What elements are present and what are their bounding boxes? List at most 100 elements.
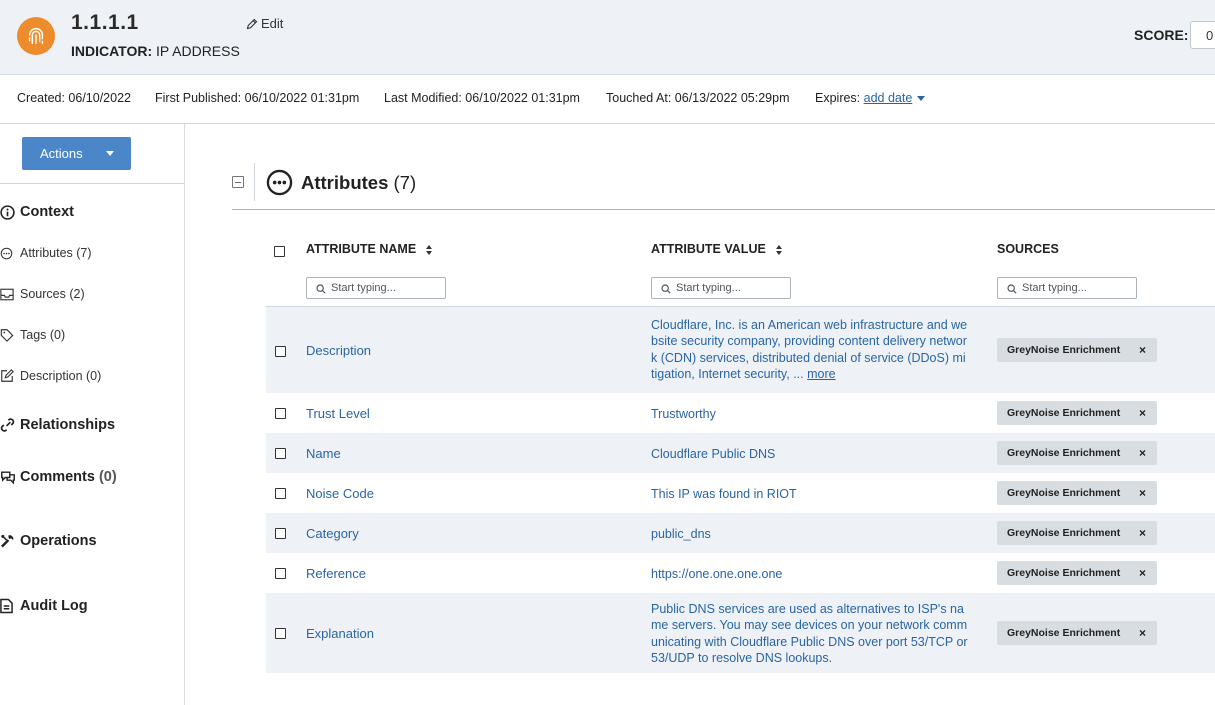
- table-row: Reference https://one.one.one.one GreyNo…: [266, 553, 1215, 593]
- actions-button[interactable]: Actions: [22, 137, 131, 170]
- column-header-label: ATTRIBUTE VALUE: [651, 242, 766, 256]
- indicator-type-label: INDICATOR:: [71, 43, 153, 59]
- attribute-value: Cloudflare, Inc. is an American web infr…: [651, 317, 969, 382]
- row-checkbox[interactable]: [275, 448, 286, 459]
- sidebar-item-label: Tags (0): [20, 328, 66, 342]
- touched-at-date: Touched At: 06/13/2022 05:29pm: [606, 91, 790, 105]
- source-badge-label: GreyNoise Enrichment: [1007, 527, 1121, 539]
- sources-filter-input[interactable]: Start typing...: [997, 277, 1137, 299]
- source-badge-label: GreyNoise Enrichment: [1007, 407, 1121, 419]
- section-divider: [254, 163, 255, 201]
- indicator-meta-bar: Created: 06/10/2022 First Published: 06/…: [0, 75, 1215, 124]
- sidebar-item-description[interactable]: Description (0): [0, 369, 101, 383]
- close-icon[interactable]: ×: [1139, 626, 1146, 640]
- sidebar-item-operations[interactable]: Operations: [0, 533, 97, 549]
- score-label: SCORE:: [1134, 27, 1189, 43]
- sidebar-item-sources[interactable]: Sources (2): [0, 287, 85, 301]
- sidebar-divider: [0, 183, 184, 184]
- sidebar-item-context[interactable]: Context: [0, 204, 74, 220]
- source-badge-label: GreyNoise Enrichment: [1007, 627, 1121, 639]
- sidebar-item-label: Audit Log: [20, 598, 88, 614]
- pencil-icon: [246, 18, 258, 29]
- section-title-label: Attributes: [301, 172, 389, 193]
- close-icon[interactable]: ×: [1139, 446, 1146, 460]
- filter-placeholder: Start typing...: [1022, 282, 1087, 294]
- row-checkbox[interactable]: [275, 528, 286, 539]
- column-header-sources: SOURCES: [997, 242, 1059, 256]
- section-title: Attributes (7): [301, 172, 416, 194]
- attribute-name-link[interactable]: Explanation: [306, 626, 374, 641]
- source-badge-label: GreyNoise Enrichment: [1007, 344, 1121, 356]
- section-rule: [232, 209, 1215, 210]
- attribute-name-filter-input[interactable]: Start typing...: [306, 277, 446, 299]
- collapse-section-toggle[interactable]: [232, 176, 244, 188]
- source-badge-label: GreyNoise Enrichment: [1007, 487, 1121, 499]
- search-icon: [661, 284, 671, 294]
- sidebar-item-audit-log[interactable]: Audit Log: [0, 598, 88, 614]
- file-icon: [0, 598, 20, 614]
- row-checkbox[interactable]: [275, 488, 286, 499]
- close-icon[interactable]: ×: [1139, 486, 1146, 500]
- source-badge: GreyNoise Enrichment ×: [997, 561, 1157, 585]
- search-icon: [1007, 284, 1017, 294]
- attribute-name-link[interactable]: Noise Code: [306, 486, 374, 501]
- sidebar-item-tags[interactable]: Tags (0): [0, 328, 65, 342]
- attribute-name-link[interactable]: Trust Level: [306, 406, 370, 421]
- column-header-attribute-name[interactable]: ATTRIBUTE NAME: [306, 242, 434, 256]
- indicator-title: 1.1.1.1: [71, 11, 139, 34]
- search-icon: [316, 284, 326, 294]
- filter-placeholder: Start typing...: [676, 282, 741, 294]
- edit-label: Edit: [261, 16, 284, 31]
- row-checkbox[interactable]: [275, 346, 286, 357]
- row-checkbox[interactable]: [275, 408, 286, 419]
- expires-label: Expires:: [815, 91, 861, 105]
- close-icon[interactable]: ×: [1139, 343, 1146, 357]
- ellipsis-circle-icon: [0, 247, 20, 260]
- ellipsis-circle-icon: [266, 169, 293, 201]
- section-count: (7): [393, 172, 417, 193]
- sidebar-item-label: Operations: [20, 533, 97, 549]
- indicator-type: INDICATOR: IP ADDRESS: [71, 43, 240, 59]
- close-icon[interactable]: ×: [1139, 526, 1146, 540]
- sidebar-item-label: Comments: [20, 469, 95, 485]
- sort-icon[interactable]: [426, 244, 434, 255]
- fingerprint-icon: [17, 17, 55, 55]
- attribute-name-link[interactable]: Description: [306, 343, 371, 358]
- sidebar-item-comments[interactable]: Comments (0): [0, 469, 117, 485]
- table-row: Description Cloudflare, Inc. is an Ameri…: [266, 307, 1215, 393]
- sidebar-item-attributes[interactable]: Attributes (7): [0, 246, 92, 260]
- attribute-name-link[interactable]: Name: [306, 446, 341, 461]
- sidebar-item-label: Description (0): [20, 369, 102, 383]
- column-header-label: SOURCES: [997, 242, 1059, 256]
- close-icon[interactable]: ×: [1139, 406, 1146, 420]
- table-row: Noise Code This IP was found in RIOT Gre…: [266, 473, 1215, 513]
- score-input[interactable]: 0: [1190, 21, 1215, 49]
- table-row: Category public_dns GreyNoise Enrichment…: [266, 513, 1215, 553]
- chevron-down-icon[interactable]: [917, 96, 926, 102]
- column-header-label: ATTRIBUTE NAME: [306, 242, 417, 256]
- row-checkbox[interactable]: [275, 568, 286, 579]
- more-link[interactable]: more: [807, 367, 835, 381]
- edit-button[interactable]: Edit: [246, 16, 283, 31]
- sort-icon[interactable]: [775, 244, 784, 255]
- source-badge: GreyNoise Enrichment ×: [997, 441, 1157, 465]
- filter-placeholder: Start typing...: [331, 282, 396, 294]
- attribute-value: https://one.one.one.one: [651, 567, 783, 581]
- edit-icon: [0, 369, 20, 383]
- sidebar-item-label: Attributes (7): [20, 246, 92, 260]
- source-badge-label: GreyNoise Enrichment: [1007, 447, 1121, 459]
- indicator-header: 1.1.1.1 INDICATOR: IP ADDRESS Edit SCORE…: [0, 0, 1215, 75]
- close-icon[interactable]: ×: [1139, 566, 1146, 580]
- table-row: Trust Level Trustworthy GreyNoise Enrich…: [266, 393, 1215, 433]
- source-badge: GreyNoise Enrichment ×: [997, 621, 1157, 645]
- comments-icon: [0, 470, 20, 485]
- actions-label: Actions: [40, 146, 83, 161]
- attribute-name-link[interactable]: Reference: [306, 566, 366, 581]
- select-all-checkbox[interactable]: [274, 246, 285, 257]
- add-date-link[interactable]: add date: [864, 91, 913, 105]
- sidebar-item-relationships[interactable]: Relationships: [0, 417, 115, 433]
- column-header-attribute-value[interactable]: ATTRIBUTE VALUE: [651, 242, 784, 256]
- attribute-name-link[interactable]: Category: [306, 526, 359, 541]
- attribute-value-filter-input[interactable]: Start typing...: [651, 277, 791, 299]
- row-checkbox[interactable]: [275, 628, 286, 639]
